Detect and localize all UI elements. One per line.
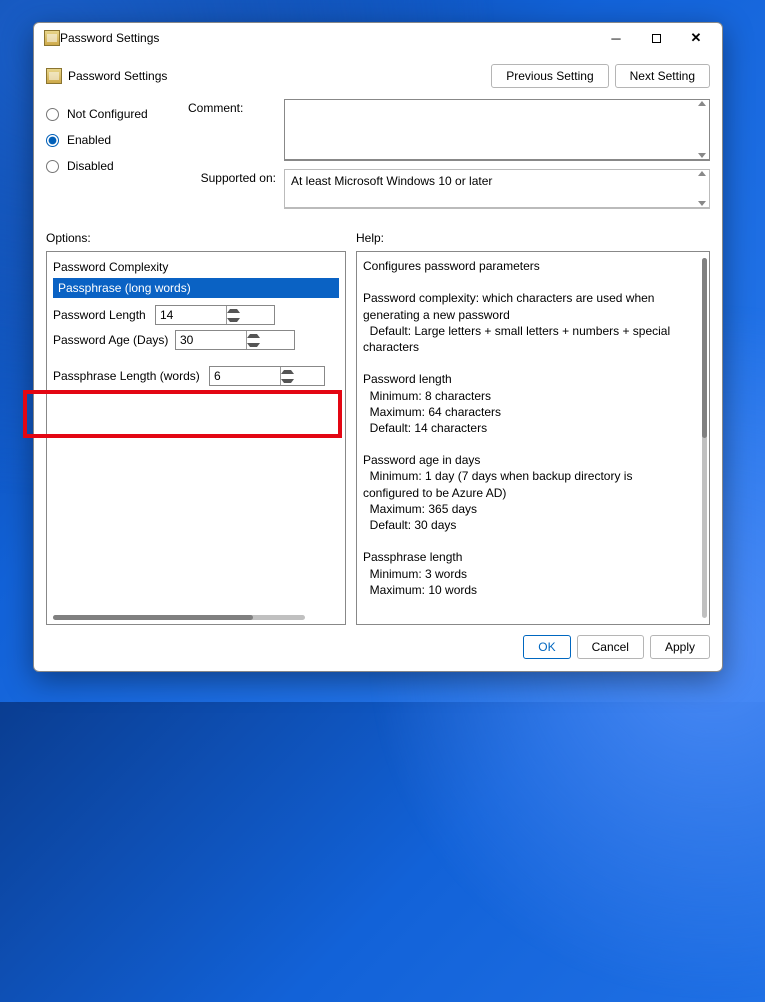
passphrase-length-spinner[interactable] xyxy=(209,366,325,386)
options-h-scrollbar-thumb[interactable] xyxy=(53,615,253,620)
maximize-button[interactable] xyxy=(642,31,670,46)
stepper-down-icon[interactable] xyxy=(281,376,294,385)
passphrase-length-label: Passphrase Length (words) xyxy=(53,369,203,383)
radio-not-configured[interactable]: Not Configured xyxy=(46,103,176,125)
titlebar: Password Settings xyxy=(34,23,722,53)
columns: Options: Password Complexity Passphrase … xyxy=(46,231,710,625)
password-age-input[interactable] xyxy=(176,331,246,349)
stepper-up-icon[interactable] xyxy=(227,306,240,315)
stepper-down-icon[interactable] xyxy=(247,340,260,349)
scroll-up-icon[interactable] xyxy=(696,171,708,176)
radio-enabled-input[interactable] xyxy=(46,134,59,147)
stepper-up-icon[interactable] xyxy=(281,367,294,376)
config-section: Not Configured Enabled Disabled Comment: xyxy=(46,99,710,209)
scroll-down-icon[interactable] xyxy=(696,201,708,206)
scroll-down-icon[interactable] xyxy=(696,153,708,158)
password-age-row: Password Age (Days) xyxy=(53,329,339,351)
help-column: Help: Configures password parameters Pas… xyxy=(356,231,710,625)
comment-textarea[interactable] xyxy=(284,99,710,161)
password-complexity-label: Password Complexity xyxy=(51,258,341,278)
radio-enabled[interactable]: Enabled xyxy=(46,129,176,151)
stepper-down-icon[interactable] xyxy=(227,315,240,324)
policy-icon xyxy=(46,68,62,84)
supported-on-value: At least Microsoft Windows 10 or later xyxy=(291,174,492,188)
minimize-button[interactable] xyxy=(602,31,630,46)
password-length-label: Password Length xyxy=(53,308,149,322)
window-title: Password Settings xyxy=(60,31,602,45)
window-controls xyxy=(602,30,716,46)
dialog-window: Password Settings Password Settings Prev… xyxy=(33,22,723,672)
options-label: Options: xyxy=(46,231,346,245)
ok-button[interactable]: OK xyxy=(523,635,570,659)
password-age-label: Password Age (Days) xyxy=(53,333,169,347)
footer: OK Cancel Apply xyxy=(46,625,710,659)
radio-disabled-label: Disabled xyxy=(67,159,114,173)
state-radios: Not Configured Enabled Disabled xyxy=(46,99,176,209)
header-row: Password Settings Previous Setting Next … xyxy=(46,61,710,91)
policy-title: Password Settings xyxy=(68,69,167,83)
password-age-spinner[interactable] xyxy=(175,330,295,350)
stepper-up-icon[interactable] xyxy=(247,331,260,340)
radio-enabled-label: Enabled xyxy=(67,133,111,147)
cancel-button[interactable]: Cancel xyxy=(577,635,644,659)
help-scrollbar-thumb[interactable] xyxy=(702,258,707,438)
supported-label: Supported on: xyxy=(188,169,276,209)
password-length-row: Password Length xyxy=(53,304,339,326)
scroll-up-icon[interactable] xyxy=(696,101,708,106)
password-complexity-value: Passphrase (long words) xyxy=(58,281,191,295)
comment-supported-area: Comment: Supported on: At least Microsof… xyxy=(188,99,710,209)
comment-label: Comment: xyxy=(188,99,276,161)
close-button[interactable] xyxy=(682,30,710,46)
password-length-input[interactable] xyxy=(156,306,226,324)
passphrase-length-input[interactable] xyxy=(210,367,280,385)
radio-not-configured-input[interactable] xyxy=(46,108,59,121)
help-text: Configures password parameters Password … xyxy=(357,252,709,624)
app-icon xyxy=(44,30,60,46)
radio-not-configured-label: Not Configured xyxy=(67,107,148,121)
supported-on-field: At least Microsoft Windows 10 or later xyxy=(284,169,710,209)
radio-disabled[interactable]: Disabled xyxy=(46,155,176,177)
policy-title-row: Password Settings xyxy=(46,68,485,84)
previous-setting-button[interactable]: Previous Setting xyxy=(491,64,608,88)
password-complexity-select[interactable]: Passphrase (long words) xyxy=(53,278,339,298)
apply-button[interactable]: Apply xyxy=(650,635,710,659)
passphrase-length-row: Passphrase Length (words) xyxy=(53,365,339,387)
password-length-spinner[interactable] xyxy=(155,305,275,325)
radio-disabled-input[interactable] xyxy=(46,160,59,173)
help-label: Help: xyxy=(356,231,710,245)
options-column: Options: Password Complexity Passphrase … xyxy=(46,231,346,625)
help-panel: Configures password parameters Password … xyxy=(356,251,710,625)
options-panel: Password Complexity Passphrase (long wor… xyxy=(46,251,346,625)
next-setting-button[interactable]: Next Setting xyxy=(615,64,710,88)
